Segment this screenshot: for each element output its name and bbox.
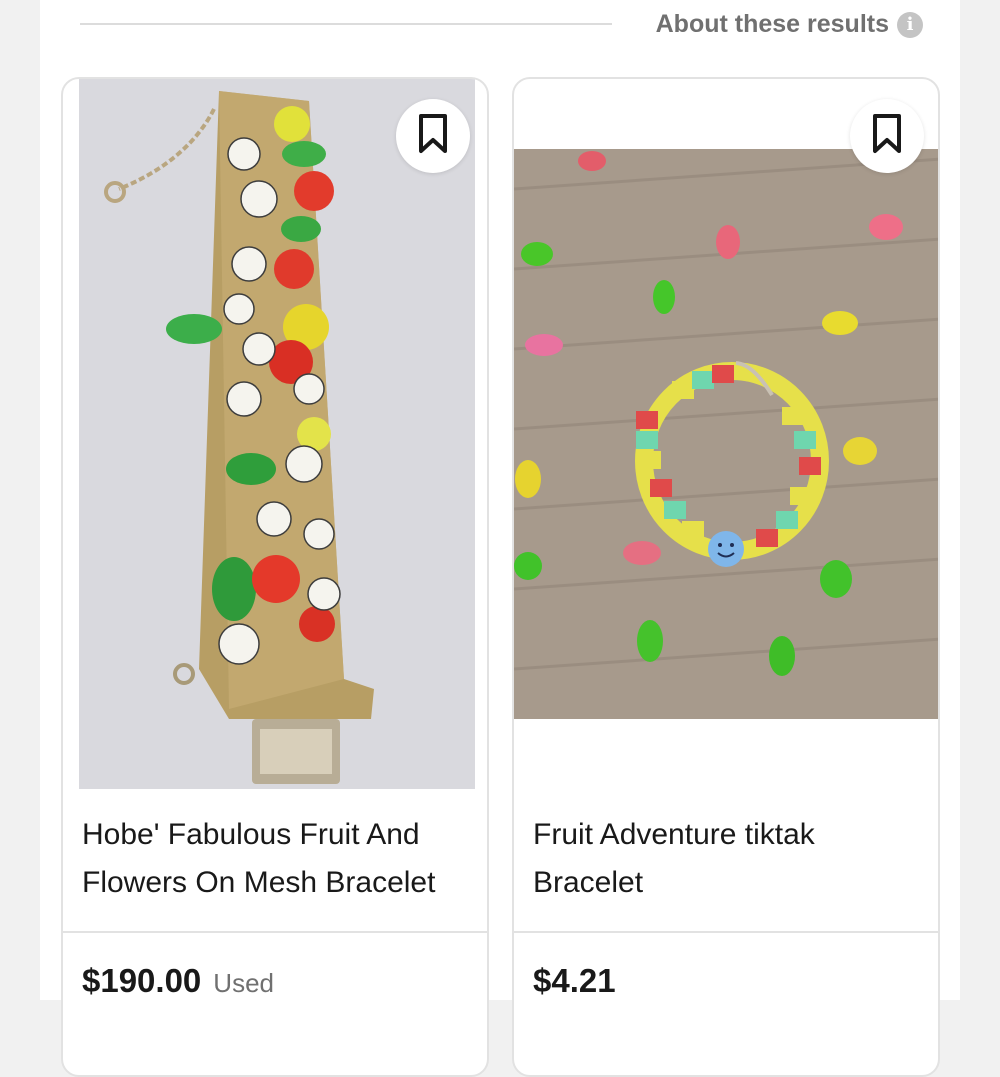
product-title[interactable]: Hobe' Fabulous Fruit And Flowers On Mesh… <box>82 811 477 907</box>
top-divider <box>80 23 612 25</box>
product-image-beaded-bracelet[interactable] <box>514 149 938 719</box>
save-bookmark-button[interactable] <box>850 99 924 173</box>
product-title[interactable]: Fruit Adventure tiktak Bracelet <box>533 811 928 907</box>
card-divider <box>514 931 938 933</box>
result-card-2[interactable]: Fruit Adventure tiktak Bracelet $4.21 <box>512 77 940 1077</box>
about-results-link[interactable]: About these results i <box>656 10 923 39</box>
product-image-mesh-bracelet[interactable] <box>79 79 475 789</box>
product-condition: Used <box>213 968 274 998</box>
price-row: $4.21 <box>533 962 616 1000</box>
about-results-label: About these results <box>655 10 889 38</box>
info-icon: i <box>897 11 923 38</box>
product-price: $190.00 <box>82 962 202 999</box>
price-row: $190.00 Used <box>82 962 274 1000</box>
card-divider <box>63 931 487 933</box>
result-card-1[interactable]: Hobe' Fabulous Fruit And Flowers On Mesh… <box>61 77 489 1077</box>
bookmark-icon <box>417 113 449 160</box>
product-price: $4.21 <box>533 962 616 999</box>
save-bookmark-button[interactable] <box>396 99 470 173</box>
bookmark-icon <box>871 113 903 160</box>
